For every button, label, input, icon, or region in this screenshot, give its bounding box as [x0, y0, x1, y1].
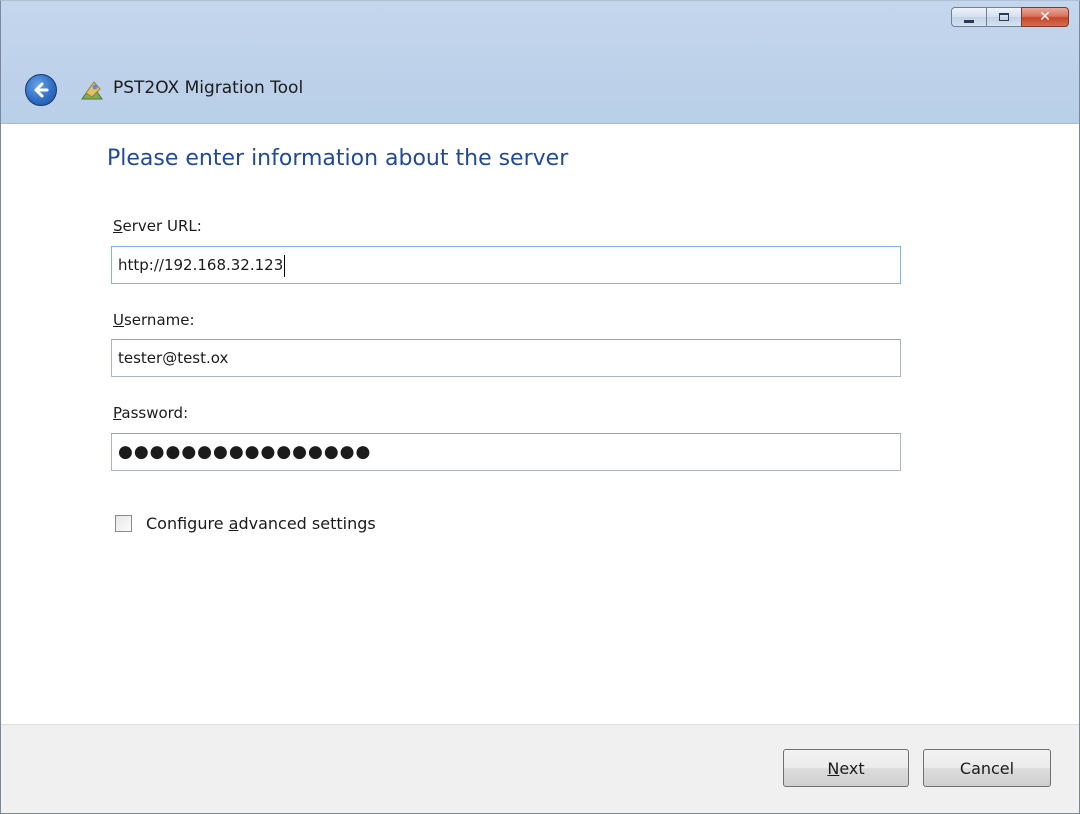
server-url-label: Server URL:	[113, 217, 202, 235]
footer-bar	[1, 724, 1079, 813]
wizard-window: ✕ PST2OX Migration Tool Please enter inf…	[0, 0, 1080, 814]
maximize-icon	[999, 13, 1009, 21]
next-button[interactable]: Next	[783, 749, 909, 787]
advanced-settings-checkbox[interactable]	[115, 515, 132, 532]
app-icon	[81, 81, 103, 100]
back-arrow-icon	[34, 82, 49, 98]
cancel-button[interactable]: Cancel	[923, 749, 1051, 787]
advanced-settings-option[interactable]: Configure advanced settings	[115, 514, 376, 533]
minimize-button[interactable]	[951, 7, 987, 27]
back-button[interactable]	[25, 74, 57, 106]
advanced-settings-label[interactable]: Configure advanced settings	[146, 514, 376, 533]
username-input[interactable]: tester@test.ox	[111, 339, 901, 377]
password-input[interactable]: ●●●●●●●●●●●●●●●●	[111, 433, 901, 471]
window-title: PST2OX Migration Tool	[113, 78, 304, 98]
password-label: Password:	[113, 404, 189, 422]
title-bar: ✕ PST2OX Migration Tool	[1, 1, 1079, 124]
close-button[interactable]: ✕	[1021, 7, 1069, 27]
maximize-button[interactable]	[986, 7, 1022, 27]
server-url-input[interactable]: http://192.168.32.123	[111, 246, 901, 284]
minimize-icon	[964, 19, 974, 23]
text-caret	[284, 254, 286, 277]
page-heading: Please enter information about the serve…	[107, 146, 569, 171]
username-label: Username:	[113, 311, 195, 329]
caption-buttons: ✕	[951, 7, 1069, 27]
close-icon: ✕	[1039, 9, 1051, 25]
